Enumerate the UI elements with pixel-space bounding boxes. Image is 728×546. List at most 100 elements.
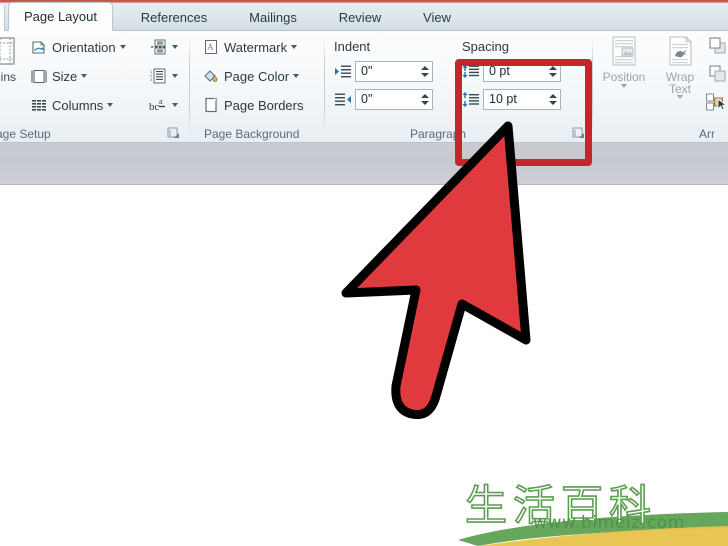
- chevron-down-icon[interactable]: [172, 45, 178, 49]
- svg-text:3: 3: [150, 77, 153, 82]
- tab-page-layout-label: Page Layout: [23, 9, 97, 24]
- selection-pane-icon: [705, 92, 728, 112]
- watermark-icon: A: [202, 38, 220, 56]
- group-page-background-label: Page Background: [204, 127, 300, 141]
- svg-text:bc: bc: [149, 101, 160, 113]
- columns-icon: [30, 96, 48, 114]
- tab-page-layout[interactable]: Page Layout: [8, 2, 113, 31]
- chevron-down-icon[interactable]: [172, 74, 178, 78]
- site-watermark: 生活百科 www.bimeiz.com: [440, 468, 728, 546]
- group-page-setup: gins Orientation: [0, 31, 190, 143]
- selection-pane-button[interactable]: [705, 91, 728, 113]
- group-page-setup-label: age Setup: [0, 127, 51, 141]
- chevron-down-icon[interactable]: [293, 74, 300, 78]
- indent-left-spinner[interactable]: 0": [355, 61, 433, 82]
- ribbon-tab-strip: Page Layout References Mailings Review V…: [0, 2, 728, 31]
- chevron-down-icon[interactable]: [81, 74, 88, 78]
- spinner-up-icon[interactable]: [549, 94, 557, 98]
- wrap-text-button[interactable]: Wrap Text: [653, 35, 707, 99]
- indent-left-arrows[interactable]: [418, 62, 432, 81]
- spacing-before-arrows[interactable]: [546, 62, 560, 81]
- paragraph-dialog-launcher[interactable]: [572, 127, 585, 140]
- tab-view-label: View: [423, 9, 451, 25]
- line-numbers-button[interactable]: 123: [148, 65, 178, 87]
- position-icon: [607, 35, 641, 69]
- indent-left-icon: [334, 63, 352, 81]
- page-borders-label: Page Borders: [224, 97, 304, 113]
- orientation-icon: [30, 38, 48, 56]
- indent-right-spinner[interactable]: 0": [355, 89, 433, 110]
- breaks-icon: [148, 37, 168, 57]
- bring-forward-button[interactable]: [708, 35, 728, 57]
- size-icon: [30, 67, 48, 85]
- position-label: Position: [602, 70, 646, 84]
- spacing-after-spinner[interactable]: 10 pt: [483, 89, 561, 110]
- spacing-section-title: Spacing: [462, 39, 509, 54]
- page-color-button[interactable]: Page Color: [200, 65, 301, 87]
- tab-review[interactable]: Review: [326, 3, 394, 31]
- spacing-after-row: 10 pt: [462, 89, 561, 110]
- spacing-after-icon: [462, 91, 480, 109]
- columns-button[interactable]: Columns: [28, 94, 115, 116]
- chevron-down-icon[interactable]: [107, 103, 114, 107]
- spinner-up-icon[interactable]: [421, 94, 429, 98]
- margins-label: gins: [0, 70, 16, 84]
- spinner-up-icon[interactable]: [549, 66, 557, 70]
- tab-strip-left-stub: [0, 5, 5, 31]
- orientation-button[interactable]: Orientation: [28, 36, 128, 58]
- indent-right-arrows[interactable]: [418, 90, 432, 109]
- size-button[interactable]: Size: [28, 65, 89, 87]
- send-backward-button[interactable]: [708, 63, 728, 85]
- chevron-down-icon[interactable]: [291, 45, 298, 49]
- size-label: Size: [52, 68, 78, 84]
- spinner-down-icon[interactable]: [549, 73, 557, 77]
- chevron-down-icon[interactable]: [119, 45, 126, 49]
- spinner-up-icon[interactable]: [421, 66, 429, 70]
- indent-right-icon: [334, 91, 352, 109]
- indent-right-row: 0": [334, 89, 433, 110]
- indent-right-value[interactable]: 0": [356, 90, 418, 109]
- tab-view[interactable]: View: [408, 3, 466, 31]
- chevron-down-icon[interactable]: [172, 103, 178, 107]
- page-borders-button[interactable]: Page Borders: [200, 94, 306, 116]
- columns-label: Columns: [52, 97, 104, 113]
- spacing-after-arrows[interactable]: [546, 90, 560, 109]
- page-borders-icon: [202, 96, 220, 114]
- tab-review-label: Review: [338, 9, 382, 25]
- spinner-down-icon[interactable]: [421, 73, 429, 77]
- line-numbers-icon: 123: [148, 66, 168, 86]
- group-arrange-label: Arr: [699, 127, 715, 141]
- callout-arrow: [330, 118, 550, 423]
- spinner-down-icon[interactable]: [421, 101, 429, 105]
- spacing-before-value[interactable]: 0 pt: [484, 62, 546, 81]
- indent-section-title: Indent: [334, 39, 371, 54]
- breaks-button[interactable]: [148, 36, 178, 58]
- group-arrange: Position Wrap Text Arr: [593, 31, 728, 143]
- watermark-label: Watermark: [224, 39, 288, 55]
- svg-text:a: a: [159, 97, 163, 106]
- spacing-before-row: 0 pt: [462, 61, 561, 82]
- group-page-background: A Watermark Page Color Page Borders Page…: [190, 31, 325, 143]
- page-setup-dialog-launcher[interactable]: [167, 127, 180, 140]
- hyphenation-button[interactable]: bc a: [148, 94, 178, 116]
- chevron-down-icon[interactable]: [677, 95, 683, 99]
- watermark-button[interactable]: A Watermark: [200, 36, 299, 58]
- spacing-after-value[interactable]: 10 pt: [484, 90, 546, 109]
- word-ribbon-screenshot: Page Layout References Mailings Review V…: [0, 0, 728, 546]
- tab-references-label: References: [140, 9, 208, 25]
- margins-icon: [0, 35, 22, 69]
- spacing-before-icon: [462, 63, 480, 81]
- chevron-down-icon[interactable]: [621, 84, 627, 88]
- svg-text:A: A: [207, 42, 214, 52]
- position-button[interactable]: Position: [597, 35, 651, 88]
- tab-mailings[interactable]: Mailings: [234, 3, 312, 31]
- watermark-url: www.bimeiz.com: [533, 513, 685, 533]
- indent-left-row: 0": [334, 61, 433, 82]
- wrap-text-icon: [663, 35, 697, 69]
- spacing-before-spinner[interactable]: 0 pt: [483, 61, 561, 82]
- page-color-icon: [202, 67, 220, 85]
- tab-references[interactable]: References: [128, 3, 220, 31]
- indent-left-value[interactable]: 0": [356, 62, 418, 81]
- wrap-text-label: Wrap Text: [665, 70, 695, 96]
- spinner-down-icon[interactable]: [549, 101, 557, 105]
